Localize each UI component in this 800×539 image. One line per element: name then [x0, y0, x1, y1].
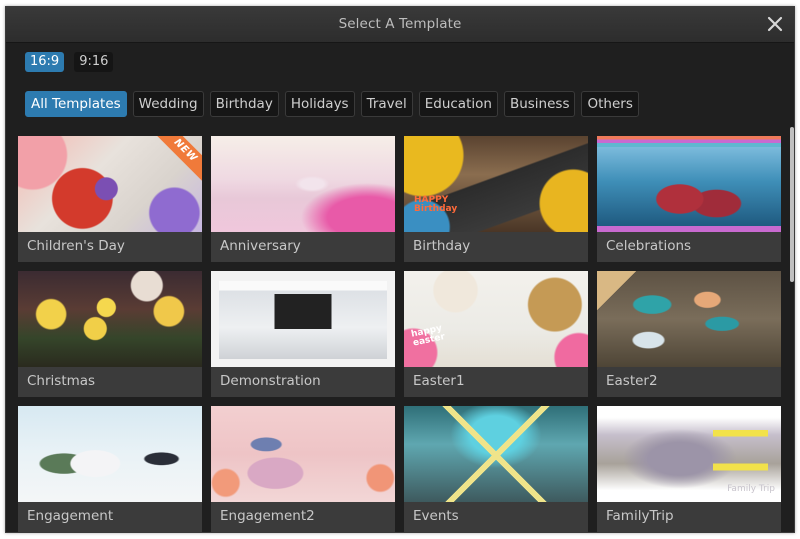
template-thumbnail: NEW [18, 136, 202, 232]
tab-travel[interactable]: Travel [360, 91, 413, 117]
template-thumbnail: Family Trip [597, 406, 781, 502]
thumbnail-caption: Family Trip [727, 484, 775, 494]
template-card-familytrip[interactable]: Family Trip FamilyTrip [597, 406, 781, 532]
template-card-engagement2[interactable]: Engagement2 [211, 406, 395, 532]
template-name: Celebrations [606, 238, 692, 254]
template-name: Birthday [413, 238, 471, 254]
tab-wedding[interactable]: Wedding [132, 91, 204, 117]
tab-education[interactable]: Education [418, 91, 498, 117]
template-thumbnail [18, 271, 202, 367]
template-card-childrens-day[interactable]: NEW Children's Day [18, 136, 202, 262]
template-card-christmas[interactable]: Christmas [18, 271, 202, 397]
template-card-events[interactable]: Events [404, 406, 588, 532]
title-bar: Select A Template [6, 7, 794, 43]
template-card-easter2[interactable]: Easter2 [597, 271, 781, 397]
thumbnail-caption: HAPPY Birthday [414, 195, 458, 214]
dialog-title: Select A Template [338, 16, 462, 32]
template-thumbnail: happy easter [404, 271, 588, 367]
template-name: Children's Day [27, 238, 125, 254]
aspect-ratio-selector: 16:9 9:16 [25, 52, 114, 72]
template-card-celebrations[interactable]: Celebrations [597, 136, 781, 262]
tab-all-templates[interactable]: All Templates [25, 91, 127, 117]
template-card-anniversary[interactable]: Anniversary [211, 136, 395, 262]
template-name: Demonstration [220, 373, 321, 389]
scrollbar-track[interactable] [789, 44, 794, 532]
tab-others[interactable]: Others [581, 91, 639, 117]
template-name: Easter1 [413, 373, 465, 389]
template-name: Engagement [27, 508, 114, 524]
template-card-easter1[interactable]: happy easter Easter1 [404, 271, 588, 397]
template-name: Events [413, 508, 459, 524]
template-name: FamilyTrip [606, 508, 674, 524]
template-name: Anniversary [220, 238, 301, 254]
template-name: Easter2 [606, 373, 658, 389]
thumbnail-caption: happy easter [410, 323, 446, 349]
template-grid: NEW Children's Day Anniversary HAPPY Bir… [18, 136, 783, 532]
template-thumbnail [597, 271, 781, 367]
template-thumbnail [211, 406, 395, 502]
tab-birthday[interactable]: Birthday [209, 91, 279, 117]
close-icon [767, 16, 783, 32]
ratio-9-16-button[interactable]: 9:16 [74, 52, 114, 72]
tab-business[interactable]: Business [503, 91, 576, 117]
template-card-engagement[interactable]: Engagement [18, 406, 202, 532]
template-thumbnail [18, 406, 202, 502]
new-badge: NEW [153, 136, 202, 183]
template-thumbnail [211, 271, 395, 367]
scrollbar-thumb[interactable] [790, 127, 794, 282]
template-thumbnail [597, 136, 781, 232]
template-card-demonstration[interactable]: Demonstration [211, 271, 395, 397]
template-thumbnail: HAPPY Birthday [404, 136, 588, 232]
template-card-birthday[interactable]: HAPPY Birthday Birthday [404, 136, 588, 262]
tab-holidays[interactable]: Holidays [284, 91, 355, 117]
category-tabs: All Templates Wedding Birthday Holidays … [25, 91, 639, 117]
template-thumbnail [211, 136, 395, 232]
template-thumbnail [404, 406, 588, 502]
select-template-dialog: Select A Template 16:9 9:16 All Template… [5, 6, 795, 533]
template-name: Christmas [27, 373, 96, 389]
ratio-16-9-button[interactable]: 16:9 [25, 52, 65, 72]
close-button[interactable] [766, 15, 784, 33]
template-name: Engagement2 [220, 508, 315, 524]
